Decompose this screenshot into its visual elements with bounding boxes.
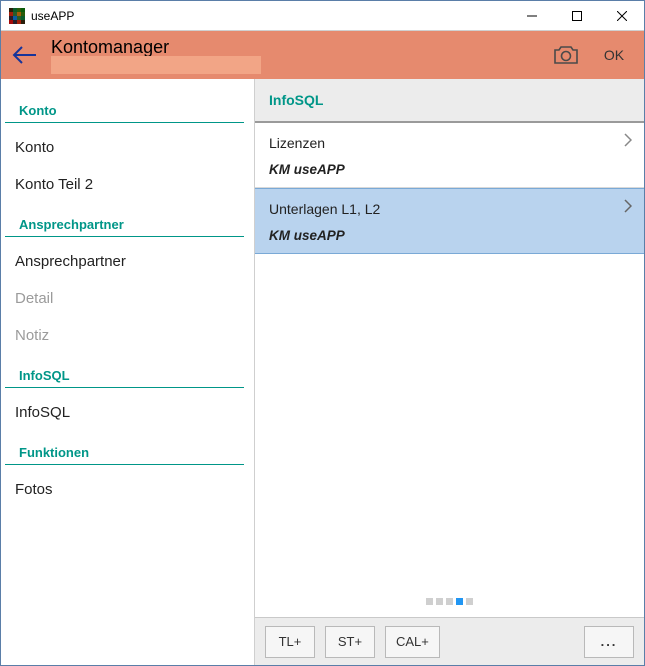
- main-header: InfoSQL: [255, 79, 644, 123]
- chevron-right-icon: [624, 133, 632, 152]
- app-icon: [9, 8, 25, 24]
- pager-dot-active[interactable]: [456, 598, 463, 605]
- body: Konto Konto Konto Teil 2 Ansprechpartner…: [1, 79, 644, 665]
- bottom-toolbar: TL+ ST+ CAL+ ...: [255, 617, 644, 665]
- back-arrow-icon: [12, 45, 38, 65]
- chevron-right-icon: [624, 199, 632, 218]
- main-panel: InfoSQL Lizenzen KM useAPP Unterlagen L1…: [255, 79, 644, 665]
- list-item-subtitle: KM useAPP: [269, 158, 632, 179]
- window-title: useAPP: [31, 9, 509, 23]
- titlebar: useAPP: [1, 1, 644, 31]
- close-button[interactable]: [599, 1, 644, 30]
- sidebar-item-konto-teil-2[interactable]: Konto Teil 2: [1, 166, 254, 203]
- toolbar-button-tl[interactable]: TL+: [265, 626, 315, 658]
- camera-icon: [553, 45, 579, 65]
- list-item-subtitle: KM useAPP: [269, 224, 632, 245]
- list-item-title: Lizenzen: [269, 135, 325, 151]
- sidebar-section-infosql: InfoSQL: [5, 354, 244, 388]
- app-window: useAPP Kontomanager OK: [0, 0, 645, 666]
- page-title-wrap: Kontomanager: [51, 37, 261, 74]
- page-title: Kontomanager: [51, 37, 261, 58]
- ok-button[interactable]: OK: [594, 37, 634, 73]
- sidebar-item-notiz[interactable]: Notiz: [1, 317, 254, 354]
- toolbar-button-st[interactable]: ST+: [325, 626, 375, 658]
- minimize-icon: [527, 11, 537, 21]
- back-button[interactable]: [7, 37, 43, 73]
- pager-dot[interactable]: [466, 598, 473, 605]
- sidebar: Konto Konto Konto Teil 2 Ansprechpartner…: [1, 79, 255, 665]
- pager-dot[interactable]: [436, 598, 443, 605]
- pager-dot[interactable]: [446, 598, 453, 605]
- close-icon: [617, 11, 627, 21]
- toolbar-more-button[interactable]: ...: [584, 626, 634, 658]
- title-highlight: [51, 56, 261, 74]
- list-item-title: Unterlagen L1, L2: [269, 201, 380, 217]
- camera-button[interactable]: [546, 37, 586, 73]
- maximize-button[interactable]: [554, 1, 599, 30]
- list-item[interactable]: Unterlagen L1, L2 KM useAPP: [255, 188, 644, 254]
- sidebar-section-funktionen: Funktionen: [5, 431, 244, 465]
- sidebar-item-fotos[interactable]: Fotos: [1, 471, 254, 508]
- list-item[interactable]: Lizenzen KM useAPP: [255, 123, 644, 188]
- sidebar-item-konto[interactable]: Konto: [1, 129, 254, 166]
- sidebar-item-detail[interactable]: Detail: [1, 280, 254, 317]
- pager: [255, 590, 644, 617]
- sidebar-section-konto: Konto: [5, 89, 244, 123]
- minimize-button[interactable]: [509, 1, 554, 30]
- sidebar-section-ansprechpartner: Ansprechpartner: [5, 203, 244, 237]
- maximize-icon: [572, 11, 582, 21]
- header-bar: Kontomanager OK: [1, 31, 644, 79]
- sidebar-item-ansprechpartner[interactable]: Ansprechpartner: [1, 243, 254, 280]
- pager-dot[interactable]: [426, 598, 433, 605]
- main-list: Lizenzen KM useAPP Unterlagen L1, L2: [255, 123, 644, 590]
- sidebar-item-infosql[interactable]: InfoSQL: [1, 394, 254, 431]
- toolbar-button-cal[interactable]: CAL+: [385, 626, 440, 658]
